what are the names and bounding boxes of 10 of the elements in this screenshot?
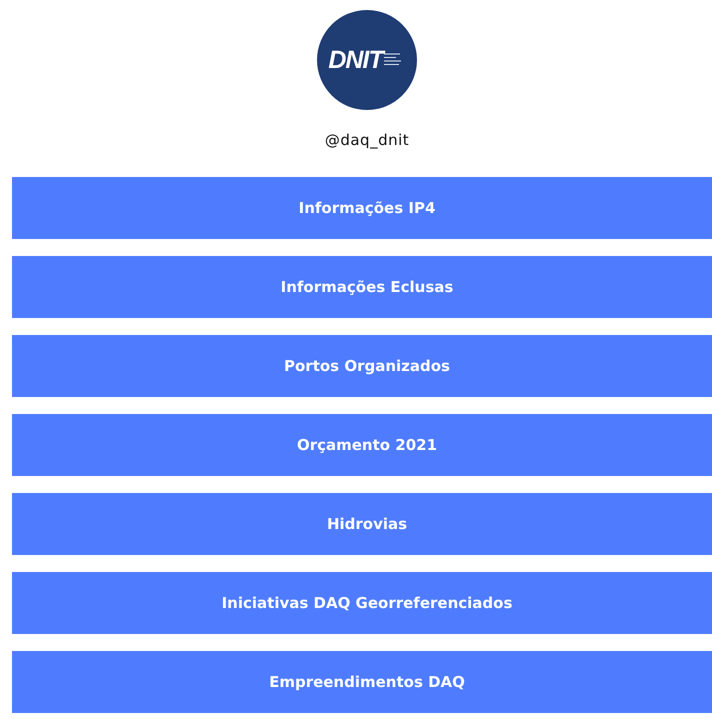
link-button[interactable]: Empreendimentos DAQ — [12, 651, 712, 713]
text-lines-icon — [384, 52, 402, 68]
username: @daq_dnit — [324, 130, 410, 150]
logo-text: DNIT — [328, 48, 383, 72]
link-button[interactable]: Informações IP4 — [12, 177, 712, 239]
link-button[interactable]: Iniciativas DAQ Georreferenciados — [12, 572, 712, 634]
link-button[interactable]: Orçamento 2021 — [12, 414, 712, 476]
link-button[interactable]: Hidrovias — [12, 493, 712, 555]
link-button[interactable]: Portos Organizados — [12, 335, 712, 397]
link-button[interactable]: Informações Eclusas — [12, 256, 712, 318]
